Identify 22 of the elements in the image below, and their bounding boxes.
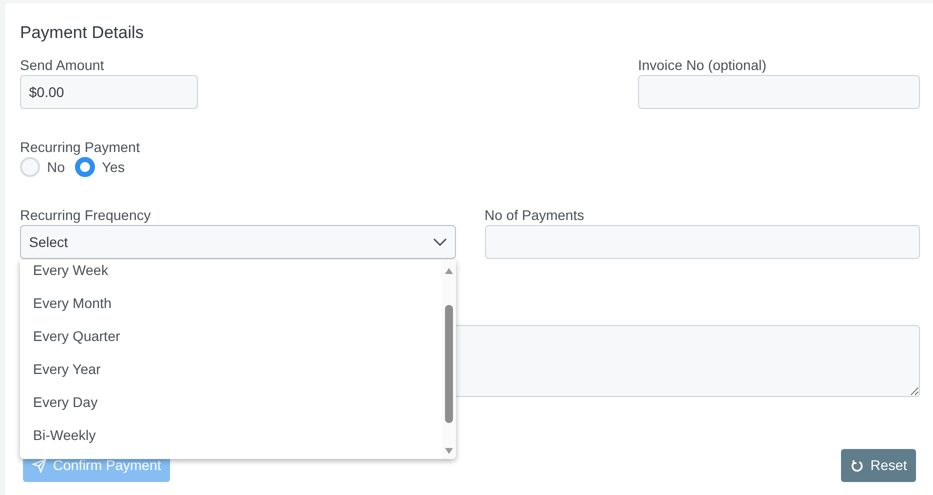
- payments-field[interactable]: [484, 225, 920, 259]
- field-label: Recurring Frequency: [20, 206, 151, 225]
- dropdown-option[interactable]: Every Week: [20, 260, 442, 287]
- radio-label: Yes: [102, 158, 125, 176]
- chevron-down-icon: [432, 238, 446, 246]
- dropdown-option[interactable]: Every Day: [20, 386, 442, 419]
- radio-button[interactable]: [74, 157, 95, 177]
- reset-button[interactable]: Reset: [841, 449, 916, 482]
- radio-label: No: [47, 158, 65, 176]
- dropdown-option[interactable]: Every Month: [20, 287, 442, 320]
- undo-icon: [850, 458, 864, 473]
- dropdown-option[interactable]: Every Year: [20, 353, 442, 386]
- dropdown-option[interactable]: Every Quarter: [20, 320, 442, 353]
- frequency-select[interactable]: Select: [20, 225, 456, 259]
- field-label: Invoice No (optional): [638, 56, 766, 75]
- invoice-field[interactable]: [638, 75, 920, 109]
- dropdown-option[interactable]: Bi-Weekly: [20, 419, 442, 452]
- amount-field[interactable]: $0.00: [20, 75, 198, 109]
- field-label: No of Payments: [484, 206, 584, 225]
- field-label: Recurring Payment: [20, 138, 140, 157]
- field-label: Send Amount: [20, 56, 104, 75]
- section-title: Payment Details: [20, 22, 144, 44]
